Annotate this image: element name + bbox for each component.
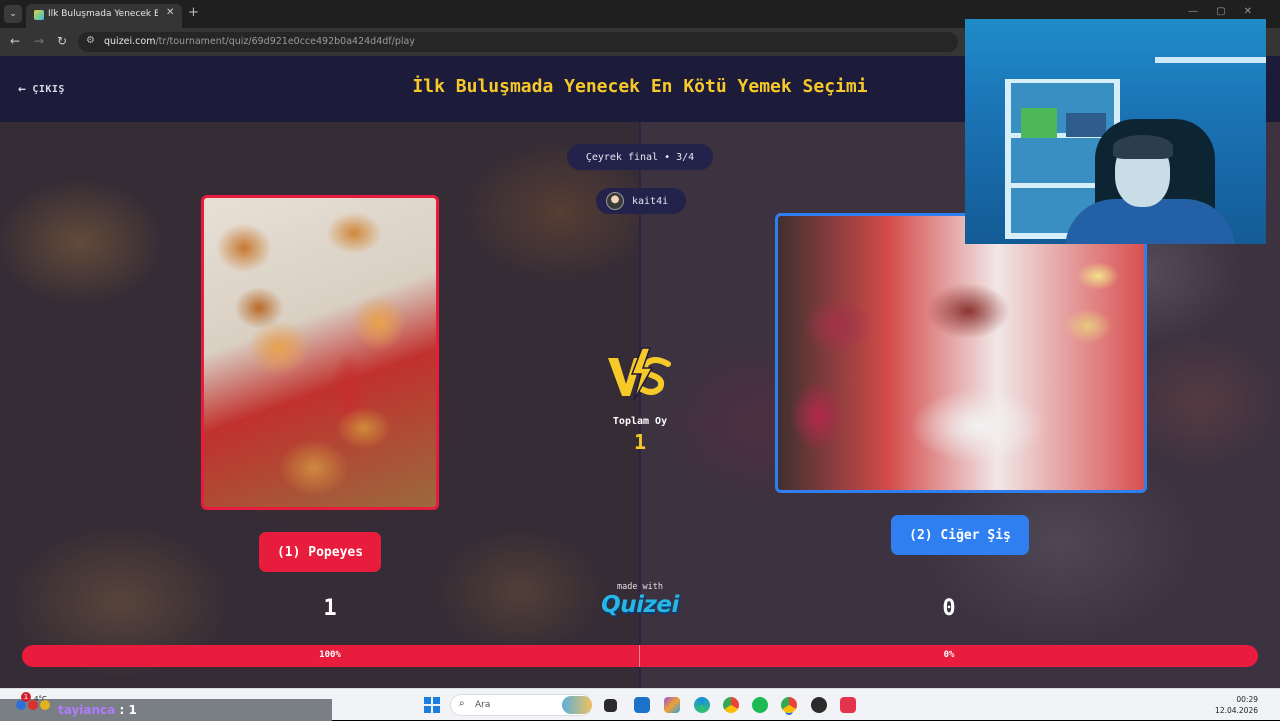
total-votes-label: Toplam Oy [612,416,668,427]
windows-start-icon[interactable] [424,697,440,713]
task-view-icon[interactable] [604,699,617,712]
outlook-icon[interactable] [634,697,650,713]
overlay-value: 1 [128,703,137,717]
coin-icon [40,700,50,710]
obs-icon[interactable] [811,697,827,713]
right-vote-percent: 0% [943,650,955,660]
search-highlight-icon[interactable] [562,696,592,714]
tab-search-menu-button[interactable]: ⌄ [4,5,22,23]
vote-share-midline [639,645,640,667]
chrome-active-icon[interactable] [781,697,797,713]
right-vote-count: 0 [942,596,956,621]
left-vote-percent: 100% [319,650,341,660]
webcam-overlay [965,19,1266,244]
site-info-icon[interactable]: ⚙ [86,35,95,46]
reload-icon[interactable]: ↻ [57,34,67,48]
search-placeholder: Ara [475,700,491,710]
edge-icon[interactable] [694,697,710,713]
url-path: /tr/tournament/quiz/69d921e0cce492b0a424… [155,36,415,47]
back-arrow-icon[interactable]: ← [10,34,20,48]
spotify-icon[interactable] [752,697,768,713]
notification-badge: 1 [21,692,31,702]
windows-taskbar: 4°C 1 tayianca : 1 ⌕ Ara 00:29 12.04.202… [0,688,1280,721]
chrome-icon[interactable] [723,697,739,713]
stream-overlay-text: tayianca : 1 [58,703,137,717]
app-icon[interactable] [840,697,856,713]
right-choice-image[interactable] [775,213,1147,493]
search-icon: ⌕ [459,698,465,709]
copilot-icon[interactable] [664,697,680,713]
avatar [606,192,624,210]
user-badge: kait4i [596,188,686,214]
clock-date: 12.04.2026 [1215,706,1258,715]
taskbar-clock[interactable]: 00:29 12.04.2026 [1215,694,1258,716]
window-controls[interactable]: —▢✕ [1188,6,1270,17]
quizei-logo[interactable]: Quizei [590,592,690,618]
url-text: quizei.com/tr/tournament/quiz/69d921e0cc… [104,36,415,47]
url-host: quizei.com [104,36,156,47]
username: kait4i [632,195,669,207]
quizei-favicon-icon [34,10,44,20]
left-choice-image[interactable] [201,195,439,510]
overlay-icons [16,700,50,710]
tab-title: İlk Buluşmada Yenecek En Kötü [48,9,158,19]
round-badge: Çeyrek final • 3/4 [567,144,713,170]
clock-time: 00:29 [1236,695,1258,704]
total-votes-value: 1 [633,430,647,454]
record-icon [28,700,38,710]
browser-tab-active[interactable]: İlk Buluşmada Yenecek En Kötü ✕ [26,4,182,28]
webcam-person-hair [1113,135,1173,159]
made-with-label: made with [616,582,664,592]
left-vote-count: 1 [323,596,337,621]
choice-left-button[interactable]: (1) Popeyes [259,532,381,572]
choice-right-button[interactable]: (2) Ciğer Şiş [891,515,1029,555]
overlay-username: tayianca [58,703,116,717]
versus-icon [608,347,671,401]
address-bar[interactable]: ⚙ quizei.com/tr/tournament/quiz/69d921e0… [78,32,958,52]
webcam-wall-shelf [1155,57,1266,63]
tab-close-icon[interactable]: ✕ [166,7,174,18]
forward-arrow-icon[interactable]: → [34,34,44,48]
new-tab-icon[interactable]: + [188,5,199,20]
vote-share-bar: 100% 0% [22,645,1258,667]
